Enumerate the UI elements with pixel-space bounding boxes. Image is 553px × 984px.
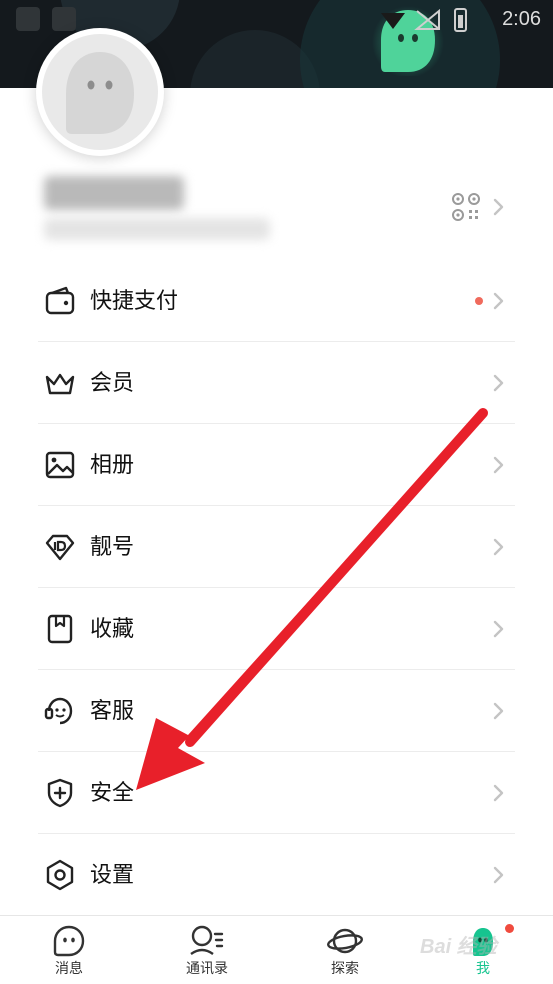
chat-bubble-icon	[53, 925, 85, 957]
avatar[interactable]	[36, 28, 164, 156]
chevron-right-icon	[493, 374, 504, 392]
shield-icon	[47, 778, 73, 808]
tab-explore[interactable]: 探索	[276, 916, 414, 984]
chevron-right-icon	[493, 702, 504, 720]
menu-item-label: 设置	[90, 862, 135, 887]
menu-item-settings[interactable]: 设置	[0, 834, 553, 916]
menu-item-security[interactable]: 安全	[0, 752, 553, 834]
qr-code-icon[interactable]	[451, 192, 481, 222]
chevron-right-icon	[493, 866, 504, 884]
menu-item-label: 相册	[90, 452, 135, 477]
crown-icon	[45, 373, 75, 395]
chevron-right-icon	[493, 538, 504, 556]
menu-item-membership[interactable]: 会员	[0, 342, 553, 424]
id-diamond-icon	[45, 534, 75, 561]
settings-menu-list: 快捷支付 会员 相册 靓号 收藏 客服 安全 设置	[0, 260, 553, 916]
default-avatar-icon	[66, 52, 134, 134]
image-icon	[45, 451, 75, 479]
signal-icon	[414, 8, 440, 30]
tab-label: 我	[476, 960, 490, 976]
menu-item-favorites[interactable]: 收藏	[0, 588, 553, 670]
status-time: 2:06	[502, 8, 541, 30]
notification-icon	[52, 7, 76, 31]
menu-item-label: 会员	[90, 370, 135, 395]
tab-label: 探索	[331, 960, 359, 976]
menu-item-special-id[interactable]: 靓号	[0, 506, 553, 588]
chevron-right-icon	[493, 198, 504, 216]
chevron-right-icon	[493, 620, 504, 638]
menu-item-label: 客服	[90, 698, 135, 723]
settings-hexagon-icon	[46, 859, 74, 891]
wifi-icon	[381, 13, 405, 29]
tab-messages[interactable]: 消息	[0, 916, 138, 984]
chevron-right-icon	[493, 784, 504, 802]
menu-item-label: 靓号	[90, 534, 135, 559]
watermark-text: Bai 经验	[420, 936, 497, 958]
notification-dot	[475, 297, 483, 305]
menu-item-customer-service[interactable]: 客服	[0, 670, 553, 752]
nickname-blurred	[44, 176, 184, 210]
customer-service-icon	[44, 697, 73, 725]
menu-item-label: 安全	[90, 780, 135, 805]
bookmark-icon	[47, 614, 73, 644]
menu-item-quick-pay[interactable]: 快捷支付	[0, 260, 553, 342]
tab-contacts[interactable]: 通讯录	[138, 916, 276, 984]
planet-icon	[327, 928, 363, 954]
tab-label: 通讯录	[186, 960, 228, 976]
menu-item-album[interactable]: 相册	[0, 424, 553, 506]
contacts-icon	[190, 925, 224, 955]
account-id-blurred	[44, 218, 270, 240]
wallet-icon	[45, 286, 75, 315]
menu-item-label: 收藏	[90, 616, 135, 641]
profile-info-row[interactable]	[0, 168, 553, 248]
tab-label: 消息	[55, 960, 83, 976]
menu-item-label: 快捷支付	[90, 288, 179, 313]
chevron-right-icon	[493, 292, 504, 310]
notification-icon	[16, 7, 40, 31]
notification-dot	[505, 924, 514, 933]
status-icons	[381, 8, 467, 32]
chevron-right-icon	[493, 456, 504, 474]
